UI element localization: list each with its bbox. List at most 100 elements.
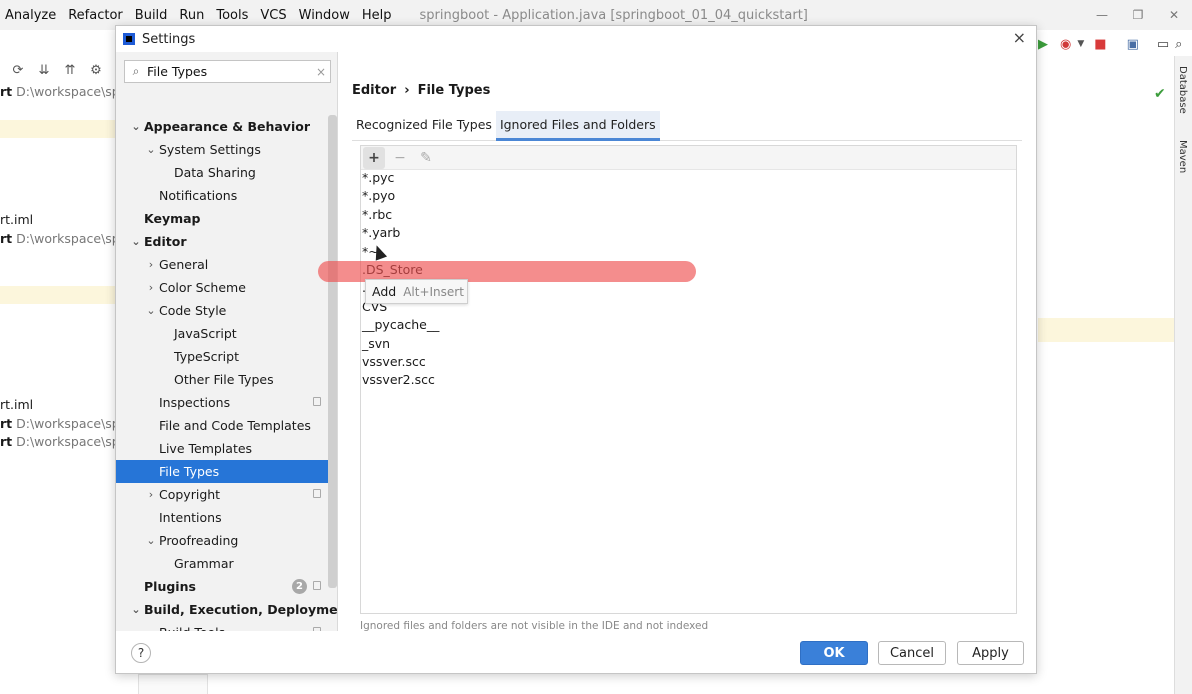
tree-item-appearance-behavior[interactable]: ⌄ Appearance & Behavior xyxy=(116,115,337,138)
clear-search-icon[interactable]: × xyxy=(312,65,330,79)
list-item[interactable]: *.yarb xyxy=(362,224,1002,242)
tab-recognized-file-types[interactable]: Recognized File Types xyxy=(352,111,496,141)
tree-item-color-scheme[interactable]: › Color Scheme xyxy=(116,276,337,299)
tree-item-copyright[interactable]: › Copyright xyxy=(116,483,337,506)
project-row[interactable]: rt.iml xyxy=(0,397,116,415)
list-item[interactable]: *~ xyxy=(362,243,1002,261)
run-icon[interactable]: ▶ xyxy=(1038,37,1048,52)
project-row[interactable]: rt D:\workspace\spri xyxy=(0,416,116,434)
profile-icon[interactable]: ◉ xyxy=(1060,37,1071,52)
dialog-title: Settings xyxy=(142,31,196,47)
list-item[interactable]: vssver2.scc xyxy=(362,371,1002,389)
project-row[interactable]: rt D:\workspace\spri xyxy=(0,434,116,452)
settings-content: Editor › File Types Recognized File Type… xyxy=(318,52,1036,632)
project-row[interactable]: rt D:\workspace\spri xyxy=(0,231,116,249)
menu-build[interactable]: Build xyxy=(129,8,174,23)
database-tool-tab[interactable]: Database xyxy=(1177,66,1188,114)
stop-icon[interactable]: ■ xyxy=(1094,37,1106,52)
tree-item-intentions[interactable]: Intentions xyxy=(116,506,337,529)
menu-window[interactable]: Window xyxy=(293,8,356,23)
tree-item-label: Plugins xyxy=(144,579,196,594)
maven-tool-tab[interactable]: Maven xyxy=(1177,140,1188,173)
editor-highlight xyxy=(1038,318,1174,342)
menu-help[interactable]: Help xyxy=(356,8,398,23)
tree-item-system-settings[interactable]: ⌄ System Settings xyxy=(116,138,337,161)
settings-search-input[interactable] xyxy=(147,64,312,79)
collapse-all-icon[interactable]: ⇈ xyxy=(60,63,80,78)
restore-button[interactable]: ❐ xyxy=(1120,8,1156,22)
chevron-right-icon[interactable]: › xyxy=(145,483,157,506)
list-item[interactable]: vssver.scc xyxy=(362,353,1002,371)
tree-item-javascript[interactable]: JavaScript xyxy=(116,322,337,345)
settings-search[interactable]: ⌕ × xyxy=(124,60,331,83)
tree-item-build-tools[interactable]: ⌄Build Tools xyxy=(116,621,337,631)
tree-item-editor[interactable]: ⌄ Editor xyxy=(116,230,337,253)
project-structure-icon[interactable]: ▣ xyxy=(1127,37,1139,52)
menu-refactor[interactable]: Refactor xyxy=(62,8,129,23)
chevron-down-icon[interactable]: ▼ xyxy=(1077,39,1084,49)
nav-scrollbar[interactable] xyxy=(328,115,337,588)
tree-item-label: Copyright xyxy=(159,487,221,502)
tree-item-code-style[interactable]: ⌄ Code Style xyxy=(116,299,337,322)
tree-item-proofreading[interactable]: ⌄ Proofreading xyxy=(116,529,337,552)
close-window-button[interactable]: ✕ xyxy=(1156,8,1192,22)
tree-item-general[interactable]: › General xyxy=(116,253,337,276)
expand-all-icon[interactable]: ⇊ xyxy=(34,63,54,78)
breadcrumb: Editor › File Types xyxy=(352,83,490,98)
chevron-down-icon[interactable]: ⌄ xyxy=(130,230,142,253)
menu-tools[interactable]: Tools xyxy=(210,8,254,23)
close-icon[interactable]: × xyxy=(1013,28,1026,47)
menu-run[interactable]: Run xyxy=(173,8,210,23)
project-row[interactable]: rt D:\workspace\spri xyxy=(0,84,116,102)
tree-item-file-and-code-templates[interactable]: File and Code Templates xyxy=(116,414,337,437)
list-item[interactable]: *.rbc xyxy=(362,206,1002,224)
remove-icon[interactable]: − xyxy=(389,147,411,169)
project-row[interactable]: rt.iml xyxy=(0,212,116,230)
chevron-down-icon[interactable]: ⌄ xyxy=(130,598,142,621)
tree-item-label: Color Scheme xyxy=(159,280,246,295)
list-item[interactable]: *.pyc xyxy=(362,169,1002,187)
tree-item-grammar[interactable]: Grammar xyxy=(116,552,337,575)
tree-item-label: Code Style xyxy=(159,303,227,318)
chevron-down-icon[interactable]: ⌄ xyxy=(130,115,142,138)
tab-ignored-files-and-folders[interactable]: Ignored Files and Folders xyxy=(495,111,660,141)
chevron-right-icon[interactable]: › xyxy=(145,253,157,276)
cancel-button[interactable]: Cancel xyxy=(878,641,946,665)
tree-item-typescript[interactable]: TypeScript xyxy=(116,345,337,368)
apply-button[interactable]: Apply xyxy=(957,641,1024,665)
gear-icon[interactable]: ⚙ xyxy=(86,63,106,78)
breadcrumb-current: File Types xyxy=(417,83,491,98)
list-item[interactable]: __pycache__ xyxy=(362,316,1002,334)
tree-item-data-sharing[interactable]: Data Sharing xyxy=(116,161,337,184)
help-button[interactable]: ? xyxy=(131,643,151,663)
tree-item-notifications[interactable]: Notifications xyxy=(116,184,337,207)
settings-nav: ⌕ × ⌄Appearance & Behavior⌄System Settin… xyxy=(116,52,338,631)
tree-item-plugins[interactable]: Plugins 2 xyxy=(116,575,337,598)
tree-item-label: Proofreading xyxy=(159,533,239,548)
tree-item-label: Editor xyxy=(144,234,187,249)
chevron-right-icon[interactable]: › xyxy=(145,276,157,299)
minimize-button[interactable]: — xyxy=(1084,8,1120,22)
tree-item-live-templates[interactable]: Live Templates xyxy=(116,437,337,460)
ok-button[interactable]: OK xyxy=(800,641,868,665)
tree-item-inspections[interactable]: Inspections xyxy=(116,391,337,414)
chevron-down-icon[interactable]: ⌄ xyxy=(145,138,157,161)
sync-icon[interactable]: ⟳ xyxy=(8,63,28,78)
tree-item-keymap[interactable]: Keymap xyxy=(116,207,337,230)
tree-item-file-types[interactable]: File Types xyxy=(116,460,337,483)
tree-item-build-execution-deployment[interactable]: ⌄ Build, Execution, Deployment xyxy=(116,598,337,621)
menu-analyze[interactable]: Analyze xyxy=(0,8,62,23)
list-item[interactable]: *.pyo xyxy=(362,187,1002,205)
chevron-down-icon[interactable]: ⌄ xyxy=(145,529,157,552)
editor-highlight xyxy=(0,286,116,304)
search-everywhere-icon[interactable]: ⌕ xyxy=(1175,37,1182,52)
tree-item-other-file-types[interactable]: Other File Types xyxy=(116,368,337,391)
list-item[interactable]: _svn xyxy=(362,335,1002,353)
chevron-down-icon[interactable]: ⌄ xyxy=(145,299,157,322)
presentation-icon[interactable]: ▭ xyxy=(1157,37,1169,52)
breadcrumb-parent[interactable]: Editor xyxy=(352,83,396,98)
menu-vcs[interactable]: VCS xyxy=(254,8,292,23)
edit-icon[interactable]: ✎ xyxy=(415,147,437,169)
add-icon[interactable]: + xyxy=(363,146,385,169)
chevron-down-icon[interactable]: ⌄ xyxy=(145,621,157,631)
